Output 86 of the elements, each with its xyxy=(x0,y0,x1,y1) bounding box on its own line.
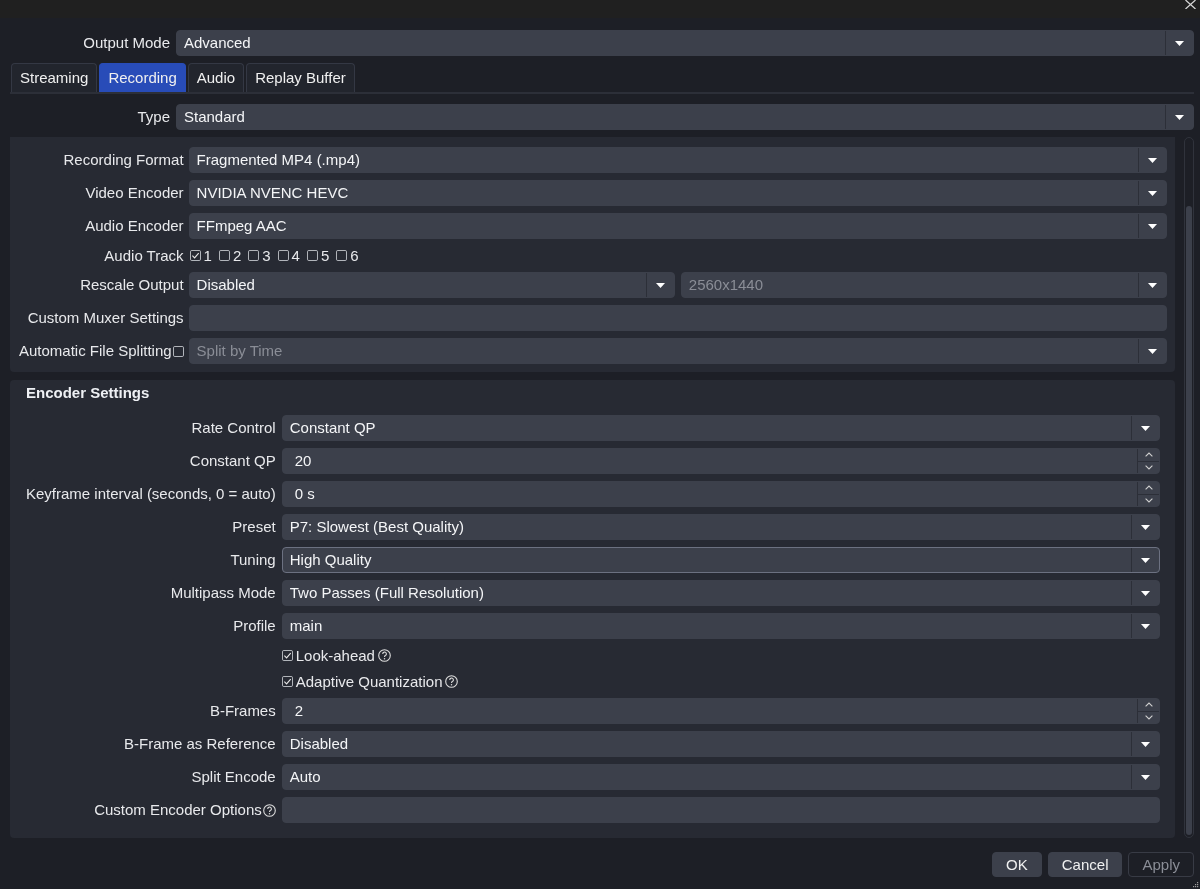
chevron-down-icon xyxy=(1144,464,1153,470)
close-icon[interactable] xyxy=(1185,0,1196,9)
field-label: Tuning xyxy=(230,551,276,569)
chevron-up-icon xyxy=(1144,702,1153,708)
checkbox[interactable] xyxy=(281,676,293,687)
dropdown[interactable]: main xyxy=(281,613,1160,639)
checkbox[interactable] xyxy=(281,650,293,661)
scrollbar-thumb[interactable] xyxy=(1186,206,1192,835)
field-label: Custom Muxer Settings xyxy=(27,309,184,327)
text-field[interactable] xyxy=(281,797,1160,823)
dropdown[interactable]: NVIDIA NVENC HEVC xyxy=(188,180,1167,206)
spin-box[interactable]: 0 s xyxy=(281,481,1160,507)
checkbox[interactable] xyxy=(218,250,230,261)
dropdown[interactable]: Standard xyxy=(176,104,1194,130)
dropdown[interactable]: P7: Slowest (Best Quality) xyxy=(281,514,1160,540)
field-label: Rate Control xyxy=(191,419,276,437)
field-label: Audio Track xyxy=(104,246,184,265)
checkbox-label: 6 xyxy=(350,246,359,265)
checkbox[interactable] xyxy=(172,345,184,357)
dropdown[interactable]: Two Passes (Full Resolution) xyxy=(281,580,1160,606)
checkbox-label: 3 xyxy=(262,246,271,265)
spin-box[interactable]: 2 xyxy=(281,698,1160,724)
checkbox-label: 4 xyxy=(291,246,300,265)
caret-icon xyxy=(1148,190,1157,196)
checkbox-label: 5 xyxy=(320,246,330,265)
field-label: Custom Encoder Options xyxy=(94,801,262,819)
caret-icon xyxy=(1141,557,1150,563)
chevron-up-icon xyxy=(1144,452,1153,458)
caret-icon xyxy=(1148,348,1157,354)
field-label: Video Encoder xyxy=(85,184,184,202)
field-label: Type xyxy=(137,108,170,126)
field-label: Keyframe interval (seconds, 0 = auto) xyxy=(26,485,276,503)
caret-icon xyxy=(1141,590,1150,596)
chevron-down-icon xyxy=(1144,714,1153,720)
field-label: Preset xyxy=(232,518,276,536)
dropdown[interactable]: High Quality xyxy=(281,547,1160,573)
field-label: Recording Format xyxy=(63,151,184,169)
checkbox[interactable] xyxy=(248,250,260,261)
dropdown[interactable]: FFmpeg AAC xyxy=(188,213,1167,239)
checkbox-label: Adaptive Quantization xyxy=(295,672,443,691)
caret-icon xyxy=(1141,425,1150,431)
checkbox[interactable] xyxy=(189,250,201,261)
tab[interactable]: Audio xyxy=(187,63,245,92)
dialog-button[interactable]: Cancel xyxy=(1047,852,1123,877)
caret-icon xyxy=(655,282,665,288)
dropdown[interactable]: Constant QP xyxy=(281,415,1160,441)
group-title: Encoder Settings xyxy=(26,384,150,402)
field-label: Profile xyxy=(233,617,276,635)
field-label: Multipass Mode xyxy=(170,584,276,602)
tab[interactable]: Streaming xyxy=(11,63,98,92)
dialog-button[interactable]: OK xyxy=(992,852,1042,877)
field-label: Output Mode xyxy=(83,34,170,52)
chevron-down-icon xyxy=(1144,497,1153,503)
checkbox-label: Look-ahead xyxy=(295,646,375,665)
caret-icon xyxy=(1141,623,1150,629)
caret-icon xyxy=(1148,282,1157,288)
field-label: Rescale Output xyxy=(80,276,184,294)
checkbox[interactable] xyxy=(336,250,348,261)
dropdown[interactable]: Advanced xyxy=(176,30,1194,56)
field-label: Audio Encoder xyxy=(85,217,184,235)
caret-icon xyxy=(1141,524,1150,530)
caret-icon xyxy=(1175,40,1184,46)
caret-icon xyxy=(1175,114,1184,120)
tab[interactable]: Recording xyxy=(99,63,186,92)
checkbox[interactable] xyxy=(277,250,289,261)
checkbox-label: 2 xyxy=(232,246,242,265)
checkbox-label: 1 xyxy=(203,246,212,265)
tab[interactable]: Replay Buffer xyxy=(246,63,355,92)
checkbox[interactable] xyxy=(306,250,318,261)
field-label: Automatic File Splitting xyxy=(19,342,172,360)
text-field[interactable] xyxy=(188,305,1167,331)
dropdown[interactable]: Disabled xyxy=(281,731,1160,757)
field-label: B-Frames xyxy=(209,702,276,720)
dropdown[interactable]: Disabled xyxy=(188,272,675,298)
field-label: Split Encode xyxy=(191,768,276,786)
field-label: Constant QP xyxy=(189,452,276,470)
resize-grip-icon[interactable] xyxy=(1192,881,1199,888)
field-label: B-Frame as Reference xyxy=(124,735,276,753)
caret-icon xyxy=(1148,157,1157,163)
caret-icon xyxy=(1141,741,1150,747)
caret-icon xyxy=(1141,774,1150,780)
dropdown[interactable]: Fragmented MP4 (.mp4) xyxy=(188,147,1167,173)
spin-box[interactable]: 20 xyxy=(281,448,1160,474)
dropdown[interactable]: Auto xyxy=(281,764,1160,790)
caret-icon xyxy=(1148,223,1157,229)
chevron-up-icon xyxy=(1144,485,1153,491)
